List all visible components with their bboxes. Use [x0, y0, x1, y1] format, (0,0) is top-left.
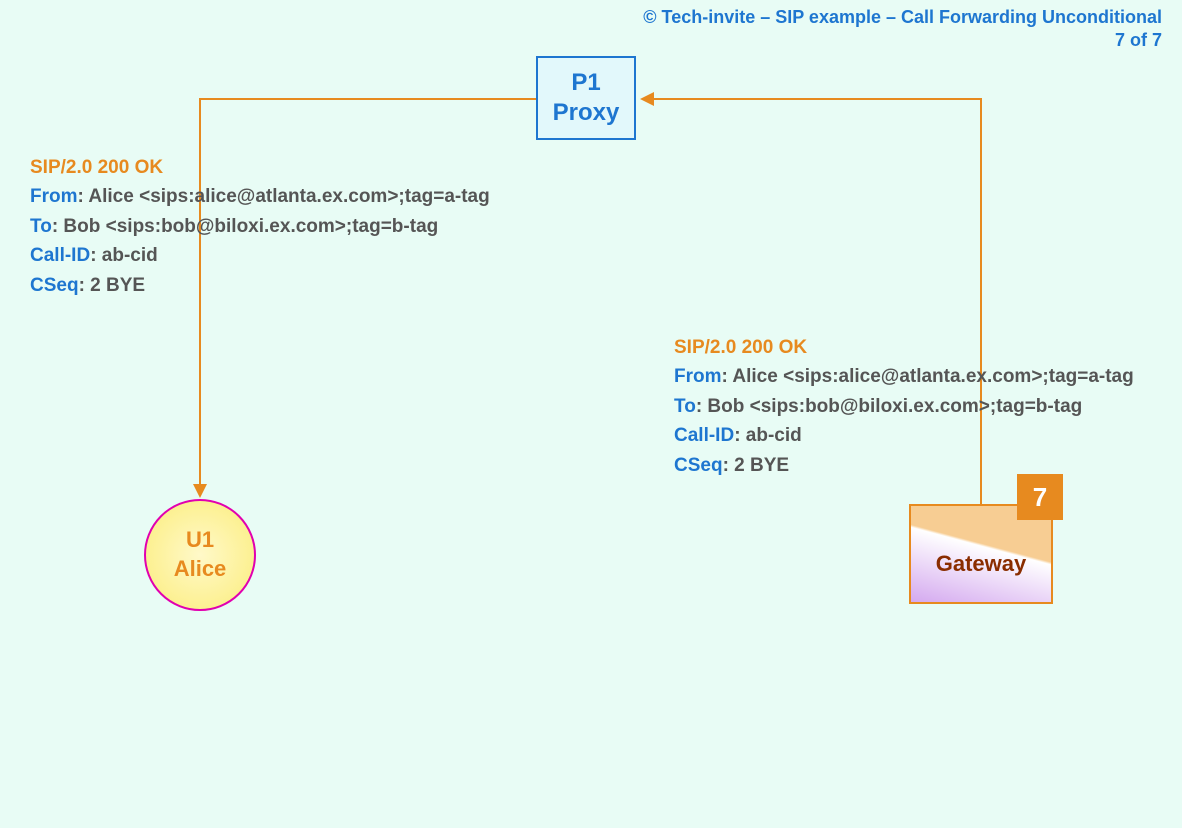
- sip-header-key: To: [30, 216, 52, 237]
- header: © Tech-invite – SIP example – Call Forwa…: [643, 6, 1162, 53]
- header-page-number: 7 of 7: [643, 29, 1162, 52]
- sip-header-key: CSeq: [30, 275, 79, 296]
- sip-header-key: From: [30, 186, 78, 207]
- header-copyright: © Tech-invite – SIP example – Call Forwa…: [643, 6, 1162, 29]
- sip-header-value: : Alice <sips:alice@atlanta.ex.com>;tag=…: [722, 366, 1134, 387]
- proxy-line2: Proxy: [553, 98, 620, 128]
- sip-header-value: : Bob <sips:bob@biloxi.ex.com>;tag=b-tag: [52, 216, 438, 237]
- sip-header-value: : ab-cid: [734, 425, 802, 446]
- arrow-segment: [652, 98, 982, 100]
- sip-message-left: SIP/2.0 200 OK From: Alice <sips:alice@a…: [30, 153, 490, 300]
- sip-header-key: From: [674, 366, 722, 387]
- arrow-segment: [200, 98, 536, 100]
- sip-header-key: CSeq: [674, 455, 723, 476]
- alice-line1: U1: [186, 526, 214, 555]
- u1-alice-node: U1 Alice: [144, 499, 256, 611]
- sip-header-key: Call-ID: [674, 425, 734, 446]
- alice-line2: Alice: [174, 555, 227, 584]
- arrowhead-icon: [640, 92, 654, 106]
- gateway-label: Gateway: [936, 551, 1027, 577]
- proxy-line1: P1: [571, 68, 600, 98]
- step-number: 7: [1033, 482, 1047, 513]
- sip-header-key: To: [674, 396, 696, 417]
- sip-header-value: : 2 BYE: [79, 275, 146, 296]
- sip-status-line: SIP/2.0 200 OK: [30, 153, 490, 182]
- p1-proxy-node: P1 Proxy: [536, 56, 636, 140]
- sip-header-value: : Alice <sips:alice@atlanta.ex.com>;tag=…: [78, 186, 490, 207]
- step-badge: 7: [1017, 474, 1063, 520]
- diagram-canvas: © Tech-invite – SIP example – Call Forwa…: [0, 0, 1182, 828]
- sip-header-value: : Bob <sips:bob@biloxi.ex.com>;tag=b-tag: [696, 396, 1082, 417]
- sip-status-line: SIP/2.0 200 OK: [674, 333, 1134, 362]
- sip-header-key: Call-ID: [30, 245, 90, 266]
- arrowhead-icon: [193, 484, 207, 498]
- sip-header-value: : ab-cid: [90, 245, 158, 266]
- sip-header-value: : 2 BYE: [723, 455, 790, 476]
- sip-message-right: SIP/2.0 200 OK From: Alice <sips:alice@a…: [674, 333, 1134, 480]
